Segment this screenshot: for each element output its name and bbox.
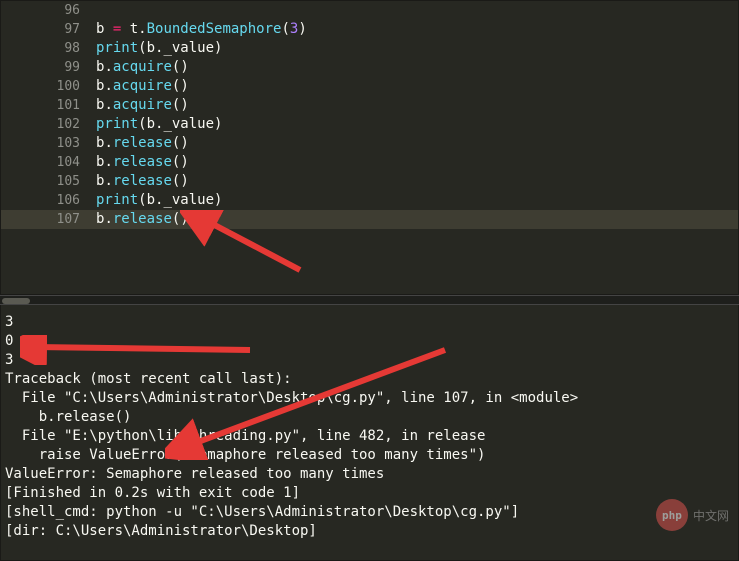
code-token: . (104, 78, 112, 94)
code-token: () (172, 97, 189, 113)
line-number: 100 (1, 77, 96, 96)
code-content[interactable]: b.acquire() (96, 96, 738, 115)
code-token: . (104, 173, 112, 189)
code-line[interactable]: 103b.release() (1, 134, 738, 153)
terminal-line: File "E:\python\lib\threading.py", line … (5, 427, 734, 446)
panel-divider[interactable] (0, 295, 739, 305)
terminal-line: File "C:\Users\Administrator\Desktop\cg.… (5, 389, 734, 408)
code-token: (b (138, 40, 155, 56)
code-token: acquire (113, 78, 172, 94)
code-token: () (172, 59, 189, 75)
code-token: () (172, 78, 189, 94)
line-number: 101 (1, 96, 96, 115)
code-token: . (104, 135, 112, 151)
line-number: 103 (1, 134, 96, 153)
code-content[interactable]: print(b._value) (96, 39, 738, 58)
code-token: . (104, 97, 112, 113)
line-number: 99 (1, 58, 96, 77)
code-token: acquire (113, 59, 172, 75)
code-token: . (104, 59, 112, 75)
code-token: b (96, 21, 113, 37)
code-line[interactable]: 98print(b._value) (1, 39, 738, 58)
watermark-text: 中文网 (693, 507, 729, 524)
horizontal-scrollbar-thumb[interactable] (2, 298, 30, 304)
code-token: _value) (163, 116, 222, 132)
code-line[interactable]: 97b = t.BoundedSemaphore(3) (1, 20, 738, 39)
code-line[interactable]: 104b.release() (1, 153, 738, 172)
code-content[interactable]: b.release() (96, 210, 738, 229)
watermark-badge: php (656, 499, 688, 531)
code-line[interactable]: 96 (1, 1, 738, 20)
line-number: 104 (1, 153, 96, 172)
terminal-line: [Finished in 0.2s with exit code 1] (5, 484, 734, 503)
code-line[interactable]: 106print(b._value) (1, 191, 738, 210)
code-content[interactable]: print(b._value) (96, 115, 738, 134)
code-content[interactable]: b.release() (96, 153, 738, 172)
code-content[interactable]: print(b._value) (96, 191, 738, 210)
code-content[interactable]: b.release() (96, 172, 738, 191)
code-token: t (121, 21, 138, 37)
code-token: () (172, 211, 189, 227)
code-line[interactable]: 102print(b._value) (1, 115, 738, 134)
code-content[interactable]: b.acquire() (96, 58, 738, 77)
code-token: _value) (163, 192, 222, 208)
code-line[interactable]: 101b.acquire() (1, 96, 738, 115)
line-number: 97 (1, 20, 96, 39)
terminal-line: 3 (5, 313, 734, 332)
code-token: acquire (113, 97, 172, 113)
terminal-line: [shell_cmd: python -u "C:\Users\Administ… (5, 503, 734, 522)
line-number: 105 (1, 172, 96, 191)
code-token: print (96, 116, 138, 132)
code-token: ) (298, 21, 306, 37)
terminal-line: [dir: C:\Users\Administrator\Desktop] (5, 522, 734, 541)
watermark: php 中文网 (656, 499, 729, 531)
output-terminal[interactable]: 303Traceback (most recent call last): Fi… (0, 305, 739, 561)
line-number: 106 (1, 191, 96, 210)
code-line[interactable]: 107b.release() (1, 210, 738, 229)
code-content[interactable]: b.acquire() (96, 77, 738, 96)
code-token: release (113, 154, 172, 170)
terminal-line: 3 (5, 351, 734, 370)
line-number: 102 (1, 115, 96, 134)
code-token: BoundedSemaphore (147, 21, 282, 37)
code-line[interactable]: 105b.release() (1, 172, 738, 191)
code-line[interactable]: 99b.acquire() (1, 58, 738, 77)
line-number: 98 (1, 39, 96, 58)
line-number: 107 (1, 210, 96, 229)
code-token: () (172, 154, 189, 170)
code-token: () (172, 135, 189, 151)
code-token: _value) (163, 40, 222, 56)
code-editor[interactable]: 9697b = t.BoundedSemaphore(3)98print(b._… (0, 0, 739, 295)
code-token: () (172, 173, 189, 189)
code-token: release (113, 173, 172, 189)
code-token: . (138, 21, 146, 37)
code-token: (b (138, 116, 155, 132)
code-token: print (96, 192, 138, 208)
terminal-line: 0 (5, 332, 734, 351)
code-token: (b (138, 192, 155, 208)
code-line[interactable]: 100b.acquire() (1, 77, 738, 96)
terminal-line: Traceback (most recent call last): (5, 370, 734, 389)
code-token: print (96, 40, 138, 56)
code-token: release (113, 135, 172, 151)
terminal-line: ValueError: Semaphore released too many … (5, 465, 734, 484)
terminal-line: raise ValueError("Semaphore released too… (5, 446, 734, 465)
code-content[interactable]: b = t.BoundedSemaphore(3) (96, 20, 738, 39)
code-token: . (104, 211, 112, 227)
code-token: . (104, 154, 112, 170)
terminal-line: b.release() (5, 408, 734, 427)
code-content[interactable] (96, 1, 738, 20)
code-content[interactable]: b.release() (96, 134, 738, 153)
code-token: release (113, 211, 172, 227)
code-token: ( (281, 21, 289, 37)
line-number: 96 (1, 1, 96, 20)
